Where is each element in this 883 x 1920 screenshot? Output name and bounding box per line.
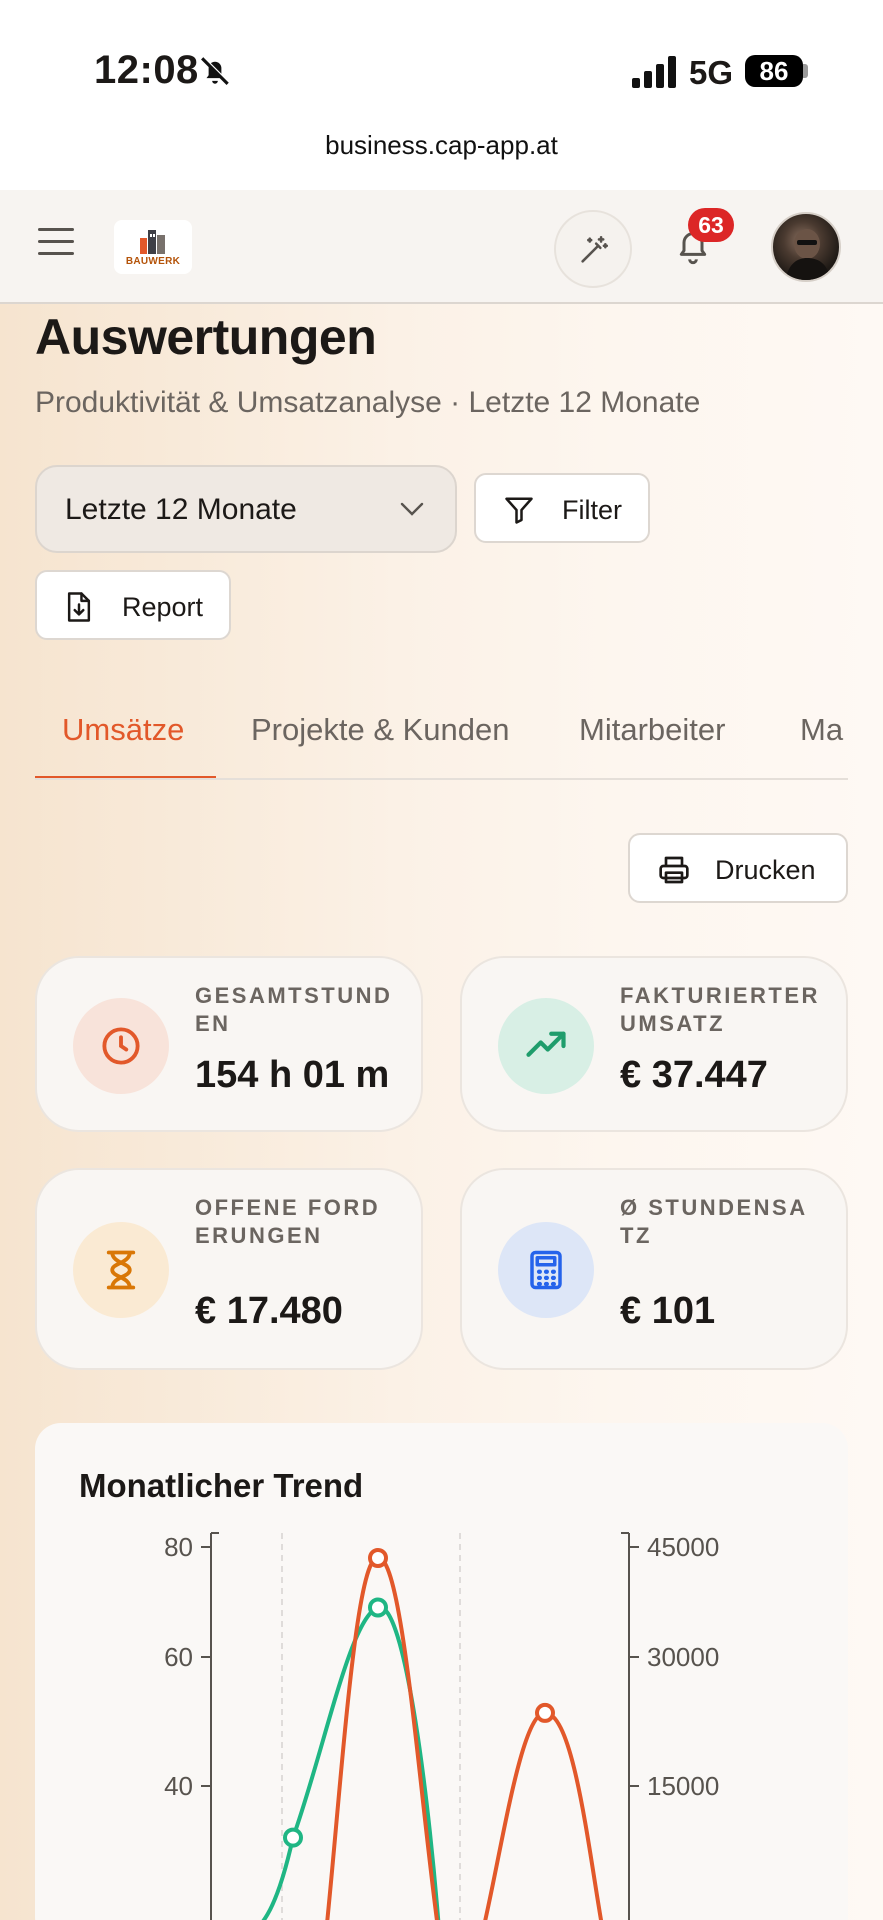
right-tick-label: 15000 xyxy=(647,1771,719,1801)
right-tick-label: 45000 xyxy=(647,1532,719,1562)
menu-icon[interactable] xyxy=(38,228,74,258)
trending-up-icon xyxy=(526,1031,566,1057)
period-select[interactable]: Letzte 12 Monate xyxy=(35,465,457,553)
app-header: BAUWERK 63 xyxy=(0,190,883,304)
trend-chart: 40 60 80 15000 30000 45000 xyxy=(164,1532,719,1920)
status-time: 12:08 xyxy=(94,48,199,92)
report-button[interactable]: Report xyxy=(35,570,231,640)
left-tick-label: 80 xyxy=(164,1532,193,1562)
period-select-value: Letzte 12 Monate xyxy=(65,493,297,526)
magic-wand-icon xyxy=(581,235,609,263)
tab-bar: Umsätze Projekte & Kunden Mitarbeiter Ma xyxy=(35,690,848,780)
kpi-icon-bg xyxy=(498,998,594,1094)
kpi-value: € 101 xyxy=(620,1290,716,1332)
avatar[interactable] xyxy=(771,212,841,282)
kpi-icon-bg xyxy=(73,998,169,1094)
calculator-icon xyxy=(530,1250,562,1290)
kpi-value: € 37.447 xyxy=(620,1054,768,1096)
status-bar: 12:08 5G 86 xyxy=(0,0,883,120)
kpi-label: Ø STUNDENSATZ xyxy=(620,1195,808,1248)
revenue-point xyxy=(535,1702,555,1723)
kpi-value: € 17.480 xyxy=(195,1290,343,1332)
filter-button[interactable]: Filter xyxy=(474,473,650,543)
printer-icon xyxy=(659,856,689,884)
revenue-series-line xyxy=(483,1710,604,1920)
left-tick-label: 40 xyxy=(164,1771,193,1801)
left-tick-label: 60 xyxy=(164,1642,193,1672)
right-tick-label: 30000 xyxy=(647,1642,719,1672)
kpi-value: 154 h 01 m xyxy=(195,1054,390,1096)
filter-icon xyxy=(505,497,533,524)
notification-badge: 63 xyxy=(688,208,734,242)
kpi-label: GESAMTSTUNDEN xyxy=(195,983,393,1036)
network-label: 5G xyxy=(689,54,734,91)
page-title: Auswertungen xyxy=(35,309,377,365)
filter-label: Filter xyxy=(562,495,622,525)
kpi-label: FAKTURIERTER UMSATZ xyxy=(620,983,820,1036)
hours-point xyxy=(368,1597,388,1618)
page-subtitle: Produktivität & Umsatzanalyse · Letzte 1… xyxy=(35,386,701,419)
chart-card-monthly-trend: Monatlicher Trend 40 60 80 15000 30000 45000 xyxy=(35,1423,848,1920)
print-label: Drucken xyxy=(715,855,816,885)
revenue-point xyxy=(368,1548,388,1568)
report-label: Report xyxy=(122,592,204,622)
logo-text: BAUWERK xyxy=(125,256,181,267)
kpi-icon-bg xyxy=(73,1222,169,1318)
file-download-icon xyxy=(67,592,91,622)
hourglass-icon xyxy=(106,1250,136,1290)
kpi-label: OFFENE FORDERUNGEN xyxy=(195,1195,381,1248)
kpi-icon-bg xyxy=(498,1222,594,1318)
print-button[interactable]: Drucken xyxy=(628,833,848,903)
tab-mitarbeiter[interactable]: Mitarbeiter xyxy=(579,712,725,748)
kpi-card-avg-hourly-rate: Ø STUNDENSATZ € 101 xyxy=(460,1168,848,1370)
battery-icon: 86 xyxy=(745,55,803,87)
bell-muted-icon xyxy=(201,56,230,85)
clock-icon xyxy=(102,1027,140,1065)
ai-assistant-button[interactable] xyxy=(554,210,632,288)
building-icon xyxy=(140,230,165,254)
url-bar[interactable]: business.cap-app.at xyxy=(0,130,883,161)
active-tab-indicator xyxy=(35,776,216,778)
hours-point xyxy=(283,1827,303,1848)
battery-tip xyxy=(803,64,808,78)
user-photo xyxy=(785,229,831,280)
tab-umsaetze[interactable]: Umsätze xyxy=(62,712,184,748)
signal-icon xyxy=(632,56,676,88)
tab-projekte-kunden[interactable]: Projekte & Kunden xyxy=(251,712,510,748)
kpi-card-total-hours: GESAMTSTUNDEN 154 h 01 m xyxy=(35,956,423,1132)
kpi-card-invoiced-revenue: FAKTURIERTER UMSATZ € 37.447 xyxy=(460,956,848,1132)
page-content: BAUWERK 63 Auswertungen Produktivität & xyxy=(0,190,883,1920)
company-logo[interactable]: BAUWERK xyxy=(114,220,192,274)
chevron-down-icon xyxy=(400,502,424,516)
kpi-card-open-receivables: OFFENE FORDERUNGEN € 17.480 xyxy=(35,1168,423,1370)
tab-more[interactable]: Ma xyxy=(800,712,843,748)
